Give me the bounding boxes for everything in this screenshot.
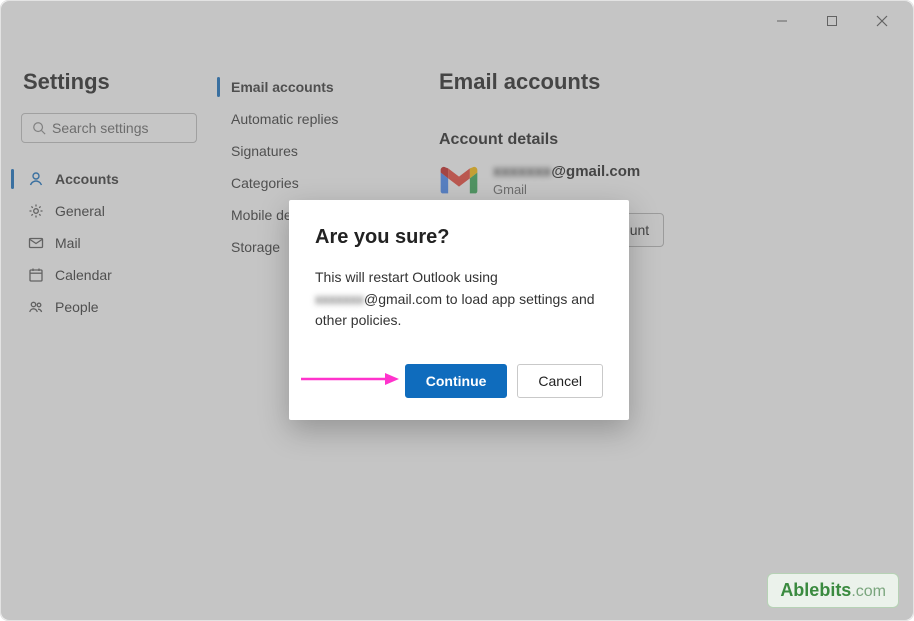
dialog-body: This will restart Outlook using xxxxxxx@… xyxy=(315,267,603,332)
confirm-dialog: Are you sure? This will restart Outlook … xyxy=(289,200,629,420)
dialog-title: Are you sure? xyxy=(315,226,603,249)
dialog-body-pre: This will restart Outlook using xyxy=(315,269,498,285)
dialog-actions: Continue Cancel xyxy=(315,364,603,398)
continue-button[interactable]: Continue xyxy=(405,364,508,398)
watermark: Ablebits.com xyxy=(767,573,899,608)
cancel-button[interactable]: Cancel xyxy=(517,364,603,398)
settings-window: Settings Search settings Accounts Genera… xyxy=(0,0,914,621)
watermark-brand: Ablebits xyxy=(780,580,851,600)
dialog-body-hidden: xxxxxxx xyxy=(315,291,364,307)
watermark-suffix: .com xyxy=(851,583,886,600)
